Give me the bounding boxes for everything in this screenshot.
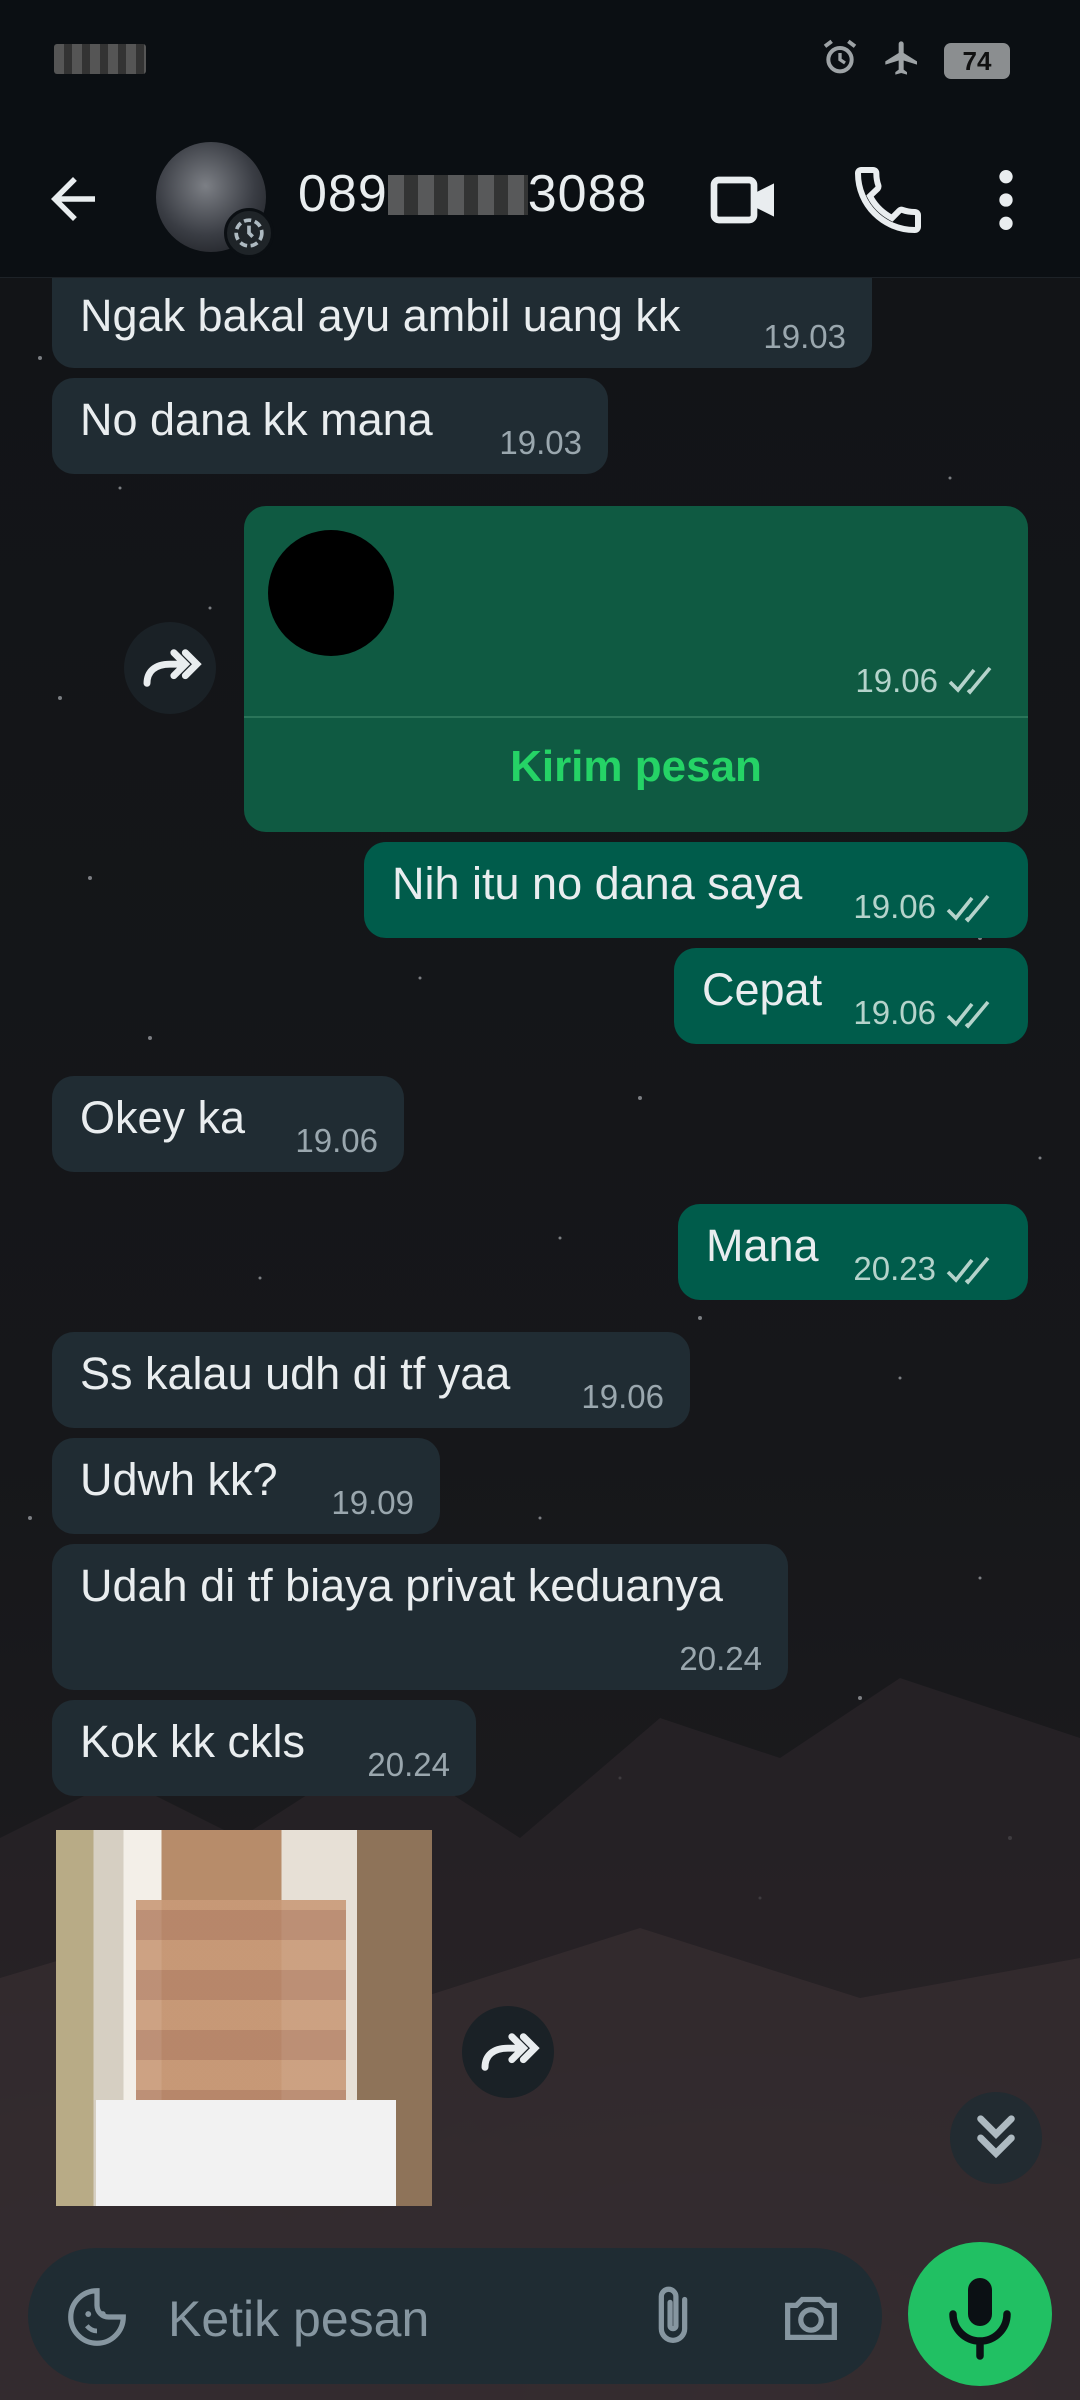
- message-time: 19.06: [855, 662, 938, 699]
- mic-icon: [949, 2278, 1011, 2360]
- message-time: 20.23: [853, 1250, 936, 1287]
- shared-contact-avatar: [268, 530, 394, 656]
- read-ticks-icon: [948, 666, 992, 695]
- contact-name[interactable]: 089 3088: [298, 164, 647, 224]
- message-text: Cepat: [702, 964, 823, 1015]
- chat-header: 089 3088: [0, 120, 1080, 278]
- message-outgoing[interactable]: Nih itu no dana saya 19.06: [364, 842, 1028, 938]
- message-time: 19.09: [331, 1484, 414, 1521]
- read-ticks-icon: [946, 894, 990, 923]
- double-chevron-down-icon: [977, 2115, 1015, 2159]
- message-incoming[interactable]: Udwh kk? 19.09: [52, 1438, 440, 1534]
- card-divider: [244, 716, 1028, 718]
- read-ticks-icon: [946, 1256, 990, 1285]
- message-outgoing[interactable]: Cepat 19.06: [674, 948, 1028, 1044]
- message-text: Mana: [706, 1220, 819, 1271]
- message-incoming[interactable]: Okey ka 19.06: [52, 1076, 404, 1172]
- video-call-button[interactable]: [704, 160, 784, 240]
- message-input-field[interactable]: Ketik pesan: [168, 2290, 429, 2348]
- read-ticks-icon: [946, 1000, 990, 1029]
- message-incoming[interactable]: Udah di tf biaya privat keduanya 20.24: [52, 1544, 788, 1690]
- message-incoming[interactable]: Ngak bakal ayu ambil uang kk 19.03: [52, 278, 872, 368]
- message-text: No dana kk mana: [80, 394, 433, 445]
- message-time: 20.24: [367, 1746, 450, 1783]
- message-text: Ngak bakal ayu ambil uang kk: [80, 290, 681, 341]
- attach-icon: [658, 2286, 688, 2343]
- more-options-icon: [999, 170, 1013, 230]
- message-text: Udwh kk?: [80, 1454, 278, 1505]
- message-text: Ss kalau udh di tf yaa: [80, 1348, 511, 1399]
- message-outgoing[interactable]: Mana 20.23: [678, 1204, 1028, 1300]
- send-message-button[interactable]: Kirim pesan: [244, 742, 1028, 792]
- voice-record-button[interactable]: [908, 2242, 1052, 2386]
- battery-indicator: 74: [944, 42, 1010, 79]
- message-text: Kok kk ckls: [80, 1716, 306, 1767]
- status-time-redacted: [54, 44, 146, 74]
- forward-icon: [143, 649, 202, 687]
- sticker-button[interactable]: [62, 2282, 132, 2357]
- message-time: 19.03: [763, 318, 846, 355]
- forward-button[interactable]: [124, 622, 216, 714]
- image-message-thumbnail[interactable]: [56, 1830, 432, 2206]
- message-time: 19.06: [853, 888, 936, 925]
- more-options-button[interactable]: [976, 160, 1036, 240]
- video-call-icon: [710, 176, 774, 224]
- message-time: 19.06: [581, 1378, 664, 1415]
- alarm-icon: [820, 38, 860, 83]
- airplane-icon: [882, 38, 922, 83]
- message-text: Udah di tf biaya privat keduanya: [80, 1560, 723, 1611]
- message-time: 19.06: [853, 994, 936, 1031]
- status-ring-icon: [224, 208, 274, 258]
- message-incoming[interactable]: Kok kk ckls 20.24: [52, 1700, 476, 1796]
- back-button[interactable]: [40, 166, 106, 232]
- photo-shirt: [96, 2100, 396, 2206]
- voice-call-icon: [854, 167, 921, 234]
- status-bar: 74: [0, 0, 1080, 120]
- forward-icon: [481, 2033, 540, 2071]
- message-time: 19.03: [499, 424, 582, 461]
- camera-button[interactable]: [776, 2282, 846, 2357]
- scroll-to-bottom-button[interactable]: [950, 2092, 1042, 2184]
- contact-name-suffix: 3088: [527, 165, 648, 223]
- message-time: 19.06: [295, 1122, 378, 1159]
- forward-button[interactable]: [462, 2006, 554, 2098]
- contact-card-message[interactable]: 19.06 Kirim pesan: [244, 506, 1028, 832]
- message-text: Okey ka: [80, 1092, 246, 1143]
- message-incoming[interactable]: No dana kk mana 19.03: [52, 378, 608, 474]
- status-icons: 74: [820, 38, 1010, 83]
- message-incoming[interactable]: Ss kalau udh di tf yaa 19.06: [52, 1332, 690, 1428]
- message-time: 20.24: [679, 1640, 762, 1677]
- contact-name-prefix: 089: [298, 165, 388, 223]
- message-text: Nih itu no dana saya: [392, 858, 803, 909]
- sticker-icon: [68, 2288, 126, 2346]
- attach-button[interactable]: [638, 2282, 708, 2357]
- voice-call-button[interactable]: [848, 160, 928, 240]
- message-input-bar[interactable]: Ketik pesan: [28, 2248, 882, 2384]
- contact-name-redacted: [387, 175, 528, 215]
- back-arrow-icon: [51, 177, 95, 221]
- camera-icon: [785, 2296, 837, 2341]
